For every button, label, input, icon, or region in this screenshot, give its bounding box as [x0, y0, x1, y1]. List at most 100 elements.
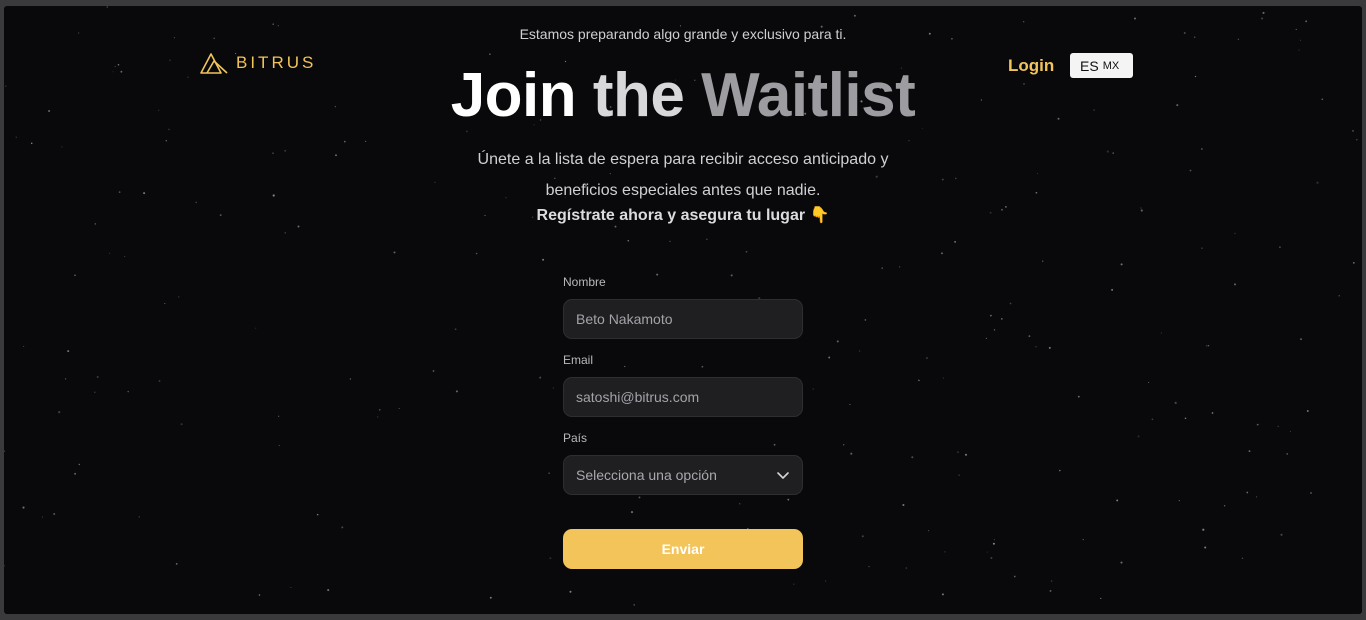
- star-dot: [1116, 499, 1119, 502]
- star-dot: [1206, 345, 1208, 347]
- star-dot: [1000, 318, 1003, 320]
- star-dot: [927, 529, 930, 532]
- star-dot: [1355, 138, 1358, 141]
- star-dot: [828, 356, 831, 359]
- star-dot: [1298, 49, 1300, 51]
- star-dot: [964, 453, 968, 456]
- waitlist-form: Nombre Email País Selecciona una opción …: [563, 275, 803, 569]
- email-input[interactable]: [563, 377, 803, 417]
- star-dot: [992, 542, 995, 545]
- star-dot: [850, 452, 853, 455]
- star-dot: [1050, 580, 1053, 582]
- star-dot: [925, 357, 929, 360]
- star-dot: [316, 513, 319, 516]
- star-dot: [74, 274, 76, 277]
- star-dot: [943, 377, 945, 379]
- star-dot: [64, 378, 67, 380]
- name-input[interactable]: [563, 299, 803, 339]
- star-dot: [1277, 425, 1279, 427]
- star-dot: [633, 604, 635, 606]
- star-dot: [1042, 260, 1044, 262]
- country-label: País: [563, 431, 588, 445]
- star-dot: [824, 580, 827, 582]
- star-dot: [1310, 492, 1312, 494]
- star-dot: [861, 535, 864, 538]
- star-dot: [341, 526, 344, 529]
- star-dot: [853, 14, 856, 17]
- star-dot: [58, 411, 61, 414]
- star-dot: [1184, 417, 1187, 420]
- star-dot: [455, 390, 458, 393]
- star-dot: [393, 251, 396, 254]
- star-dot: [258, 594, 261, 596]
- star-dot: [1300, 338, 1302, 340]
- star-dot: [1100, 597, 1102, 599]
- star-dot: [539, 376, 542, 379]
- star-dot: [96, 375, 99, 379]
- title-word-waitlist: Waitlist: [701, 61, 916, 130]
- email-group: Email: [563, 353, 803, 417]
- star-dot: [941, 593, 944, 596]
- star-dot: [1035, 346, 1037, 348]
- star-dot: [1256, 423, 1259, 426]
- star-dot: [15, 136, 17, 138]
- page-frame: Estamos preparando algo grande y exclusi…: [4, 6, 1362, 614]
- star-dot: [1202, 528, 1205, 531]
- star-dot: [297, 225, 300, 228]
- star-dot: [1223, 505, 1226, 507]
- cta-label: Regístrate ahora y asegura tu lugar: [536, 207, 806, 224]
- email-label: Email: [563, 353, 594, 367]
- star-dot: [454, 328, 457, 331]
- star-dot: [1352, 262, 1355, 264]
- title-word-join: Join: [450, 61, 577, 130]
- star-dot: [1148, 381, 1150, 384]
- star-dot: [1077, 395, 1080, 398]
- star-dot: [548, 472, 550, 474]
- star-dot: [918, 379, 920, 382]
- star-dot: [1241, 557, 1244, 560]
- star-dot: [138, 516, 140, 518]
- star-dot: [1133, 17, 1137, 20]
- star-dot: [1233, 283, 1237, 286]
- submit-button[interactable]: Enviar: [563, 529, 803, 569]
- star-dot: [669, 240, 671, 242]
- star-dot: [379, 409, 381, 411]
- star-dot: [1049, 589, 1052, 592]
- star-dot: [836, 340, 839, 343]
- star-dot: [849, 403, 851, 406]
- star-dot: [868, 566, 870, 568]
- star-dot: [1305, 20, 1308, 23]
- star-dot: [1306, 410, 1309, 412]
- star-dot: [1023, 21, 1025, 23]
- star-dot: [1013, 575, 1016, 578]
- star-dot: [41, 516, 43, 518]
- star-dot: [1111, 288, 1114, 291]
- star-dot: [489, 53, 491, 55]
- star-dot: [899, 266, 901, 268]
- country-select[interactable]: Selecciona una opción: [563, 455, 803, 495]
- star-dot: [1178, 499, 1180, 502]
- star-dot: [1289, 430, 1292, 433]
- star-dot: [165, 139, 168, 142]
- star-dot: [94, 391, 96, 394]
- cta-text: Regístrate ahora y asegura tu lugar 👇: [4, 205, 1362, 225]
- star-dot: [745, 250, 748, 253]
- star-dot: [614, 225, 617, 228]
- star-dot: [175, 563, 178, 565]
- star-dot: [1211, 412, 1214, 414]
- subtitle-line-2: beneficios especiales antes que nadie.: [545, 182, 821, 199]
- chevron-down-icon: [777, 472, 789, 479]
- star-dot: [1261, 17, 1264, 20]
- star-dot: [1137, 435, 1140, 438]
- star-dot: [993, 329, 996, 331]
- star-dot: [255, 327, 257, 329]
- star-dot: [4, 565, 5, 567]
- name-label: Nombre: [563, 275, 606, 289]
- star-dot: [552, 387, 554, 389]
- star-dot: [22, 506, 25, 509]
- star-dot: [109, 252, 111, 254]
- star-dot: [812, 388, 814, 390]
- star-dot: [1009, 302, 1012, 305]
- star-dot: [67, 350, 70, 353]
- star-dot: [957, 451, 959, 453]
